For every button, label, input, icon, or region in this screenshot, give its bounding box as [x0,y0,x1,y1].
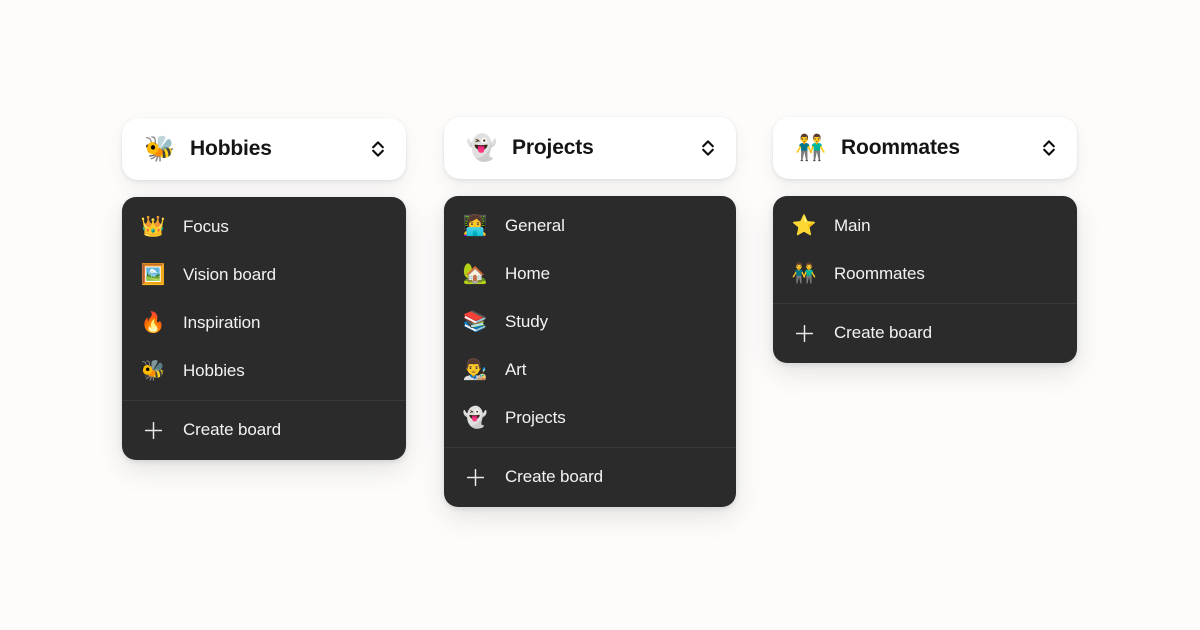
create-board-button[interactable]: Create board [122,406,406,454]
board-switcher-stage: 🐝 Hobbies 👑 Focus 🖼️ Vision board 🔥 Insp… [0,0,1200,630]
board-column-projects: 👻 Projects 👩‍💻 General 🏡 Home 📚 Study [444,117,736,507]
menu-divider [444,447,736,448]
menu-divider [122,400,406,401]
board-menu-item-label: Inspiration [183,313,261,332]
plus-icon [140,421,166,440]
board-column-hobbies: 🐝 Hobbies 👑 Focus 🖼️ Vision board 🔥 Insp… [122,118,406,460]
board-menu-item[interactable]: ⭐ Main [773,202,1077,250]
board-menu-item[interactable]: 🏡 Home [444,250,736,298]
board-menu-item-label: Focus [183,217,229,236]
house-with-garden-icon: 🏡 [462,263,488,285]
board-menu-item[interactable]: 👻 Projects [444,394,736,442]
ghost-icon: 👻 [462,407,488,429]
create-board-button[interactable]: Create board [444,453,736,501]
chevron-up-down-icon[interactable] [368,137,388,161]
board-menu-hobbies: 👑 Focus 🖼️ Vision board 🔥 Inspiration 🐝 … [122,197,406,460]
board-header-title: Hobbies [190,137,272,160]
technologist-icon: 👩‍💻 [462,215,488,237]
board-menu-item[interactable]: 🐝 Hobbies [122,347,406,395]
crown-icon: 👑 [140,216,166,238]
create-board-label: Create board [183,420,282,439]
board-menu-projects: 👩‍💻 General 🏡 Home 📚 Study 👨‍🎨 Art 👻 Pro… [444,196,736,507]
board-menu-item-label: Hobbies [183,361,245,380]
menu-divider [773,303,1077,304]
create-board-label: Create board [505,467,604,486]
board-menu-item-label: Study [505,312,548,331]
board-header-roommates[interactable]: 👬 Roommates [773,117,1077,179]
board-menu-item-label: Projects [505,408,566,427]
framed-picture-icon: 🖼️ [140,264,166,286]
artist-icon: 👨‍🎨 [462,359,488,381]
board-menu-item-label: Art [505,360,527,379]
honeybee-icon: 🐝 [140,360,166,382]
two-men-holding-hands-icon: 👬 [795,133,827,162]
board-header-hobbies[interactable]: 🐝 Hobbies [122,118,406,180]
create-board-button[interactable]: Create board [773,309,1077,357]
board-header-title: Roommates [841,136,960,159]
two-men-holding-hands-icon: 👬 [791,263,817,285]
fire-icon: 🔥 [140,312,166,334]
board-menu-item-label: Home [505,264,550,283]
board-menu-item[interactable]: 👬 Roommates [773,250,1077,298]
star-icon: ⭐ [791,215,817,237]
board-menu-item[interactable]: 🖼️ Vision board [122,251,406,299]
board-header-title: Projects [512,136,594,159]
board-menu-item-label: Main [834,216,871,235]
board-menu-item-label: General [505,216,565,235]
board-header-projects[interactable]: 👻 Projects [444,117,736,179]
board-menu-item[interactable]: 👑 Focus [122,203,406,251]
board-menu-item[interactable]: 👨‍🎨 Art [444,346,736,394]
honeybee-icon: 🐝 [144,134,176,163]
board-menu-roommates: ⭐ Main 👬 Roommates Create board [773,196,1077,363]
plus-icon [791,324,817,343]
board-menu-item[interactable]: 📚 Study [444,298,736,346]
chevron-up-down-icon[interactable] [1039,136,1059,160]
board-menu-item[interactable]: 🔥 Inspiration [122,299,406,347]
board-menu-item-label: Vision board [183,265,276,284]
books-icon: 📚 [462,311,488,333]
board-menu-item-label: Roommates [834,264,925,283]
plus-icon [462,468,488,487]
board-column-roommates: 👬 Roommates ⭐ Main 👬 Roommates Create bo… [773,117,1077,363]
board-menu-item[interactable]: 👩‍💻 General [444,202,736,250]
create-board-label: Create board [834,323,933,342]
chevron-up-down-icon[interactable] [698,136,718,160]
ghost-icon: 👻 [466,133,498,162]
